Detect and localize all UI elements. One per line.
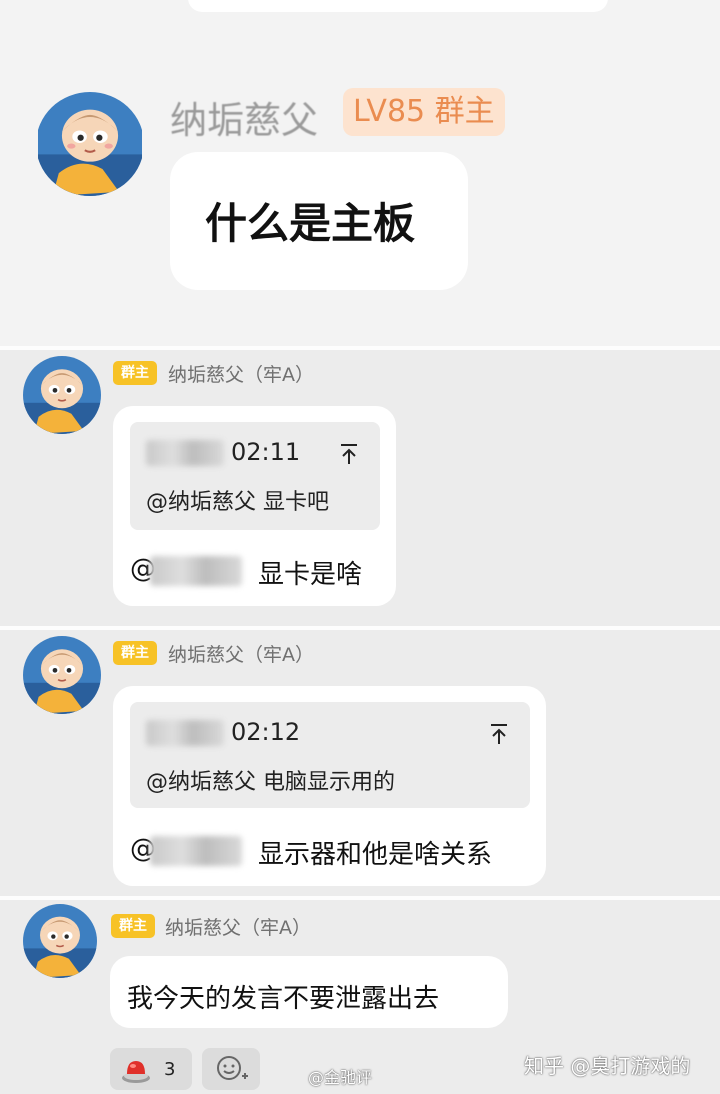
avatar-icon[interactable] — [23, 356, 101, 434]
message-text: 我今天的发言不要泄露出去 — [127, 984, 440, 1014]
zoomed-message-panel: 纳垢慈父 LV85 群主 什么是主板 — [0, 0, 720, 348]
previous-message-bubble — [188, 0, 608, 12]
message-text: 显示器和他是啥关系 — [258, 840, 493, 870]
group-owner-tag: 群主 — [111, 914, 155, 938]
red-alarm-button-icon — [122, 1061, 150, 1083]
avatar-icon[interactable] — [23, 636, 101, 714]
chat-message: 群主 纳垢慈父（牢A） 我今天的发言不要泄露出去 3 @金驰评 知乎 @臭打游戏… — [0, 900, 720, 1094]
jump-to-top-icon[interactable] — [488, 722, 510, 746]
redacted-mention — [150, 556, 242, 586]
level-owner-badge: LV85 群主 — [343, 88, 505, 136]
add-emoji-icon — [217, 1056, 248, 1080]
message-text: 什么是主板 — [205, 199, 416, 248]
cartoon-child-icon — [23, 904, 97, 978]
sender-name[interactable]: 纳垢慈父（牢A） — [168, 360, 314, 387]
cartoon-child-icon — [23, 636, 101, 714]
cartoon-child-icon — [23, 356, 101, 434]
redacted-date — [146, 440, 224, 466]
post-author-name: 纳垢慈父 — [170, 99, 318, 142]
quote-time: 02:12 — [231, 718, 301, 746]
redacted-mention — [150, 836, 242, 866]
chat-message: 群主 纳垢慈父（牢A） 02:11 @纳垢慈父 显卡吧 @ 显卡是啥 — [0, 350, 720, 626]
chat-message: 群主 纳垢慈父（牢A） 02:12 @纳垢慈父 电脑显示用的 @ 显示器和他是啥… — [0, 630, 720, 896]
zhihu-watermark: 知乎 @臭打游戏的 — [524, 1054, 691, 1078]
avatar-icon[interactable] — [36, 92, 144, 196]
sender-name[interactable]: 纳垢慈父（牢A） — [168, 640, 314, 667]
quote-text: @纳垢慈父 电脑显示用的 — [146, 770, 395, 795]
redacted-date — [146, 720, 224, 746]
cartoon-child-icon — [38, 92, 142, 196]
group-owner-tag: 群主 — [113, 361, 157, 385]
avatar-icon[interactable] — [23, 904, 97, 978]
reaction-count: 3 — [164, 1059, 176, 1080]
group-owner-tag: 群主 — [113, 641, 157, 665]
quote-text: @纳垢慈父 显卡吧 — [146, 490, 329, 515]
sender-name[interactable]: 纳垢慈父（牢A） — [165, 913, 311, 940]
jump-to-top-icon[interactable] — [338, 442, 360, 466]
quote-time: 02:11 — [231, 438, 301, 466]
weibo-watermark: @金驰评 — [308, 1068, 373, 1087]
message-text: 显卡是啥 — [258, 560, 363, 590]
